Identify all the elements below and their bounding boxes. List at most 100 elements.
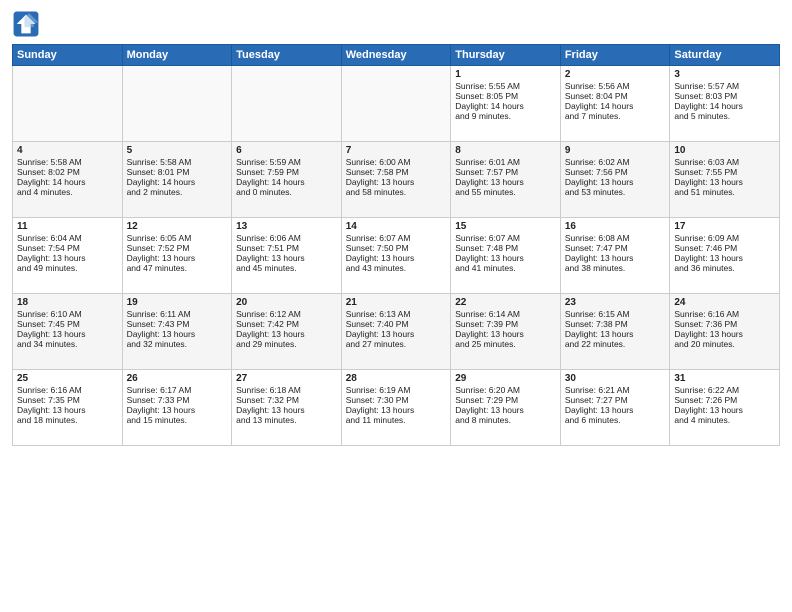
calendar-cell: 27Sunrise: 6:18 AMSunset: 7:32 PMDayligh… [232, 370, 342, 446]
day-number: 17 [674, 221, 775, 232]
day-number: 14 [346, 221, 447, 232]
day-info: Sunrise: 6:11 AM [127, 309, 228, 319]
day-info: Sunrise: 6:19 AM [346, 385, 447, 395]
day-info: and 13 minutes. [236, 415, 337, 425]
day-info: Sunrise: 6:07 AM [455, 233, 556, 243]
calendar-cell: 1Sunrise: 5:55 AMSunset: 8:05 PMDaylight… [451, 66, 561, 142]
day-number: 1 [455, 69, 556, 80]
page-container: SundayMondayTuesdayWednesdayThursdayFrid… [0, 0, 792, 612]
day-info: Sunrise: 5:58 AM [127, 157, 228, 167]
day-info: and 2 minutes. [127, 187, 228, 197]
day-header-monday: Monday [122, 45, 232, 66]
day-header-friday: Friday [560, 45, 670, 66]
calendar-cell: 24Sunrise: 6:16 AMSunset: 7:36 PMDayligh… [670, 294, 780, 370]
day-info: Daylight: 14 hours [455, 101, 556, 111]
day-number: 21 [346, 297, 447, 308]
calendar-cell: 11Sunrise: 6:04 AMSunset: 7:54 PMDayligh… [13, 218, 123, 294]
day-number: 28 [346, 373, 447, 384]
day-number: 2 [565, 69, 666, 80]
day-info: Sunrise: 6:13 AM [346, 309, 447, 319]
day-info: Daylight: 13 hours [565, 177, 666, 187]
day-info: Daylight: 14 hours [17, 177, 118, 187]
day-number: 10 [674, 145, 775, 156]
day-info: and 55 minutes. [455, 187, 556, 197]
day-info: Sunrise: 6:00 AM [346, 157, 447, 167]
day-header-tuesday: Tuesday [232, 45, 342, 66]
day-info: and 34 minutes. [17, 339, 118, 349]
day-number: 7 [346, 145, 447, 156]
calendar-cell: 21Sunrise: 6:13 AMSunset: 7:40 PMDayligh… [341, 294, 451, 370]
day-number: 23 [565, 297, 666, 308]
day-info: Sunset: 7:48 PM [455, 243, 556, 253]
day-info: Sunset: 8:02 PM [17, 167, 118, 177]
day-info: Daylight: 13 hours [346, 405, 447, 415]
day-info: Sunset: 8:04 PM [565, 91, 666, 101]
calendar-cell: 26Sunrise: 6:17 AMSunset: 7:33 PMDayligh… [122, 370, 232, 446]
day-info: Sunrise: 6:12 AM [236, 309, 337, 319]
day-info: Daylight: 13 hours [455, 177, 556, 187]
day-info: Sunrise: 6:04 AM [17, 233, 118, 243]
day-info: Sunrise: 6:02 AM [565, 157, 666, 167]
day-info: and 15 minutes. [127, 415, 228, 425]
day-info: Daylight: 14 hours [236, 177, 337, 187]
day-info: and 53 minutes. [565, 187, 666, 197]
day-info: Sunset: 7:45 PM [17, 319, 118, 329]
day-info: Daylight: 13 hours [455, 405, 556, 415]
day-number: 18 [17, 297, 118, 308]
day-info: Sunset: 7:50 PM [346, 243, 447, 253]
calendar-cell: 10Sunrise: 6:03 AMSunset: 7:55 PMDayligh… [670, 142, 780, 218]
day-info: Sunrise: 6:05 AM [127, 233, 228, 243]
day-info: Sunset: 7:51 PM [236, 243, 337, 253]
day-info: and 51 minutes. [674, 187, 775, 197]
day-info: and 20 minutes. [674, 339, 775, 349]
day-number: 15 [455, 221, 556, 232]
day-info: Sunrise: 6:22 AM [674, 385, 775, 395]
day-info: Daylight: 13 hours [236, 329, 337, 339]
day-number: 20 [236, 297, 337, 308]
calendar-cell: 20Sunrise: 6:12 AMSunset: 7:42 PMDayligh… [232, 294, 342, 370]
day-number: 24 [674, 297, 775, 308]
day-info: Sunrise: 6:16 AM [674, 309, 775, 319]
day-info: and 4 minutes. [674, 415, 775, 425]
calendar-cell: 4Sunrise: 5:58 AMSunset: 8:02 PMDaylight… [13, 142, 123, 218]
header-row: SundayMondayTuesdayWednesdayThursdayFrid… [13, 45, 780, 66]
day-info: Sunset: 7:46 PM [674, 243, 775, 253]
day-info: and 43 minutes. [346, 263, 447, 273]
day-info: Sunrise: 6:16 AM [17, 385, 118, 395]
calendar-cell: 25Sunrise: 6:16 AMSunset: 7:35 PMDayligh… [13, 370, 123, 446]
day-info: Daylight: 13 hours [455, 253, 556, 263]
day-info: Sunset: 7:30 PM [346, 395, 447, 405]
day-header-saturday: Saturday [670, 45, 780, 66]
calendar-cell: 22Sunrise: 6:14 AMSunset: 7:39 PMDayligh… [451, 294, 561, 370]
day-number: 4 [17, 145, 118, 156]
day-info: Sunrise: 5:56 AM [565, 81, 666, 91]
day-info: Daylight: 13 hours [17, 405, 118, 415]
day-info: Sunrise: 6:01 AM [455, 157, 556, 167]
day-info: and 49 minutes. [17, 263, 118, 273]
calendar-cell [122, 66, 232, 142]
day-info: Sunrise: 6:07 AM [346, 233, 447, 243]
day-number: 12 [127, 221, 228, 232]
day-info: and 45 minutes. [236, 263, 337, 273]
day-info: Sunrise: 6:03 AM [674, 157, 775, 167]
day-info: and 36 minutes. [674, 263, 775, 273]
day-info: and 4 minutes. [17, 187, 118, 197]
day-info: Sunset: 7:27 PM [565, 395, 666, 405]
calendar-cell: 23Sunrise: 6:15 AMSunset: 7:38 PMDayligh… [560, 294, 670, 370]
day-info: Daylight: 13 hours [674, 329, 775, 339]
logo-icon [12, 10, 40, 38]
day-info: Daylight: 13 hours [346, 253, 447, 263]
day-info: Sunset: 8:05 PM [455, 91, 556, 101]
week-row-1: 1Sunrise: 5:55 AMSunset: 8:05 PMDaylight… [13, 66, 780, 142]
logo [12, 10, 44, 38]
day-info: and 11 minutes. [346, 415, 447, 425]
day-info: Daylight: 13 hours [127, 405, 228, 415]
day-info: Daylight: 13 hours [565, 253, 666, 263]
day-info: Sunrise: 5:55 AM [455, 81, 556, 91]
day-info: Daylight: 13 hours [346, 177, 447, 187]
day-info: Daylight: 14 hours [127, 177, 228, 187]
calendar-cell: 16Sunrise: 6:08 AMSunset: 7:47 PMDayligh… [560, 218, 670, 294]
day-info: and 47 minutes. [127, 263, 228, 273]
day-header-thursday: Thursday [451, 45, 561, 66]
calendar-cell: 2Sunrise: 5:56 AMSunset: 8:04 PMDaylight… [560, 66, 670, 142]
